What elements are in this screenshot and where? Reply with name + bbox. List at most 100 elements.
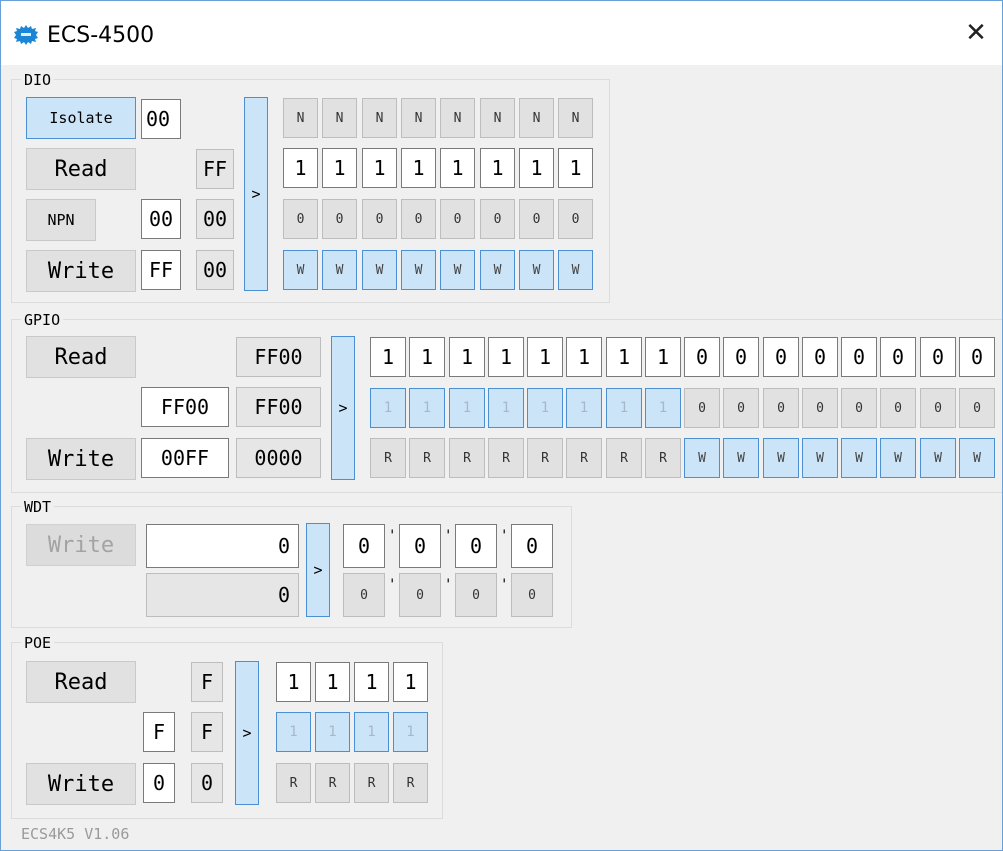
gpio-input-bit: 1: [527, 337, 563, 377]
dio-output-bit[interactable]: 0: [322, 199, 357, 239]
gpio-direction-cell[interactable]: R: [527, 438, 563, 478]
poe-write-value-2: 0: [191, 763, 223, 803]
app-window: ECS-4500 ✕ DIO Isolate 00 Read FF NPN 00…: [0, 0, 1003, 851]
dio-output-bit[interactable]: 0: [519, 199, 554, 239]
gpio-direction-cell[interactable]: W: [684, 438, 720, 478]
poe-direction-cell[interactable]: R: [354, 763, 389, 803]
poe-direction-cell[interactable]: R: [393, 763, 428, 803]
gpio-direction-cell[interactable]: W: [763, 438, 799, 478]
gpio-direction-cell[interactable]: W: [723, 438, 759, 478]
dio-output-bit[interactable]: 0: [401, 199, 436, 239]
gpio-input-bit: 0: [920, 337, 956, 377]
gpio-direction-cell[interactable]: R: [606, 438, 642, 478]
gpio-output-bit: 1: [645, 388, 681, 428]
gpio-mid-value-1[interactable]: FF00: [141, 387, 229, 427]
poe-read-value: F: [191, 662, 223, 702]
gpio-read-button[interactable]: Read: [26, 336, 136, 378]
dio-direction-cell[interactable]: W: [558, 250, 593, 290]
dio-mode-cell[interactable]: N: [480, 98, 515, 138]
dio-output-bit[interactable]: 0: [362, 199, 397, 239]
gpio-output-bit[interactable]: 0: [920, 388, 956, 428]
dio-input-bit: 1: [480, 148, 515, 188]
dio-mode-cell[interactable]: N: [322, 98, 357, 138]
poe-write-value-1[interactable]: 0: [143, 763, 175, 803]
dio-transfer-button[interactable]: >: [244, 97, 268, 291]
wdt-write-button[interactable]: Write: [26, 524, 136, 566]
gpio-direction-cell[interactable]: R: [370, 438, 406, 478]
dio-npn-value-2: 00: [196, 199, 234, 239]
gpio-direction-cell[interactable]: R: [409, 438, 445, 478]
gpio-output-bit[interactable]: 0: [763, 388, 799, 428]
dio-mode-cell[interactable]: N: [401, 98, 436, 138]
dio-direction-cell[interactable]: W: [362, 250, 397, 290]
app-icon: [14, 25, 38, 45]
gpio-direction-cell[interactable]: R: [566, 438, 602, 478]
gpio-output-bit[interactable]: 0: [723, 388, 759, 428]
gpio-write-button[interactable]: Write: [26, 438, 136, 480]
dio-write-button[interactable]: Write: [26, 250, 136, 292]
dio-mode-cell[interactable]: N: [283, 98, 318, 138]
gpio-transfer-button[interactable]: >: [331, 336, 355, 480]
wdt-digit-separator: ': [500, 577, 509, 593]
gpio-direction-cell[interactable]: R: [645, 438, 681, 478]
dio-isolate-button[interactable]: Isolate: [26, 97, 136, 139]
dio-npn-button[interactable]: NPN: [26, 199, 96, 241]
poe-mid-value-1[interactable]: F: [143, 712, 175, 752]
gpio-input-bit: 1: [645, 337, 681, 377]
wdt-transfer-button[interactable]: >: [306, 523, 330, 617]
dio-read-button[interactable]: Read: [26, 148, 136, 190]
poe-transfer-button[interactable]: >: [235, 661, 259, 805]
gpio-input-bit: 0: [959, 337, 995, 377]
dio-output-bit[interactable]: 0: [440, 199, 475, 239]
poe-output-bit: 1: [393, 712, 428, 752]
gpio-direction-cell[interactable]: R: [488, 438, 524, 478]
dio-direction-cell[interactable]: W: [440, 250, 475, 290]
close-button[interactable]: ✕: [950, 1, 1002, 65]
dio-mode-cell[interactable]: N: [519, 98, 554, 138]
poe-output-bit: 1: [315, 712, 350, 752]
gpio-direction-cell[interactable]: R: [449, 438, 485, 478]
wdt-value-input[interactable]: 0: [146, 524, 299, 568]
dio-mode-cell[interactable]: N: [558, 98, 593, 138]
title-bar: ECS-4500 ✕: [1, 1, 1002, 65]
dio-direction-cell[interactable]: W: [519, 250, 554, 290]
gpio-output-bit[interactable]: 0: [684, 388, 720, 428]
dio-output-bit[interactable]: 0: [558, 199, 593, 239]
wdt-digit-input[interactable]: 0: [343, 524, 385, 568]
gpio-direction-cell[interactable]: W: [959, 438, 995, 478]
gpio-output-bit: 1: [370, 388, 406, 428]
dio-isolate-value[interactable]: 00: [141, 99, 181, 139]
dio-mode-cell[interactable]: N: [440, 98, 475, 138]
poe-direction-cell[interactable]: R: [315, 763, 350, 803]
wdt-value-readout: 0: [146, 573, 299, 617]
dio-input-bit: 1: [519, 148, 554, 188]
gpio-direction-cell[interactable]: W: [920, 438, 956, 478]
gpio-input-bit: 0: [841, 337, 877, 377]
wdt-digit-input[interactable]: 0: [511, 524, 553, 568]
gpio-output-bit: 1: [606, 388, 642, 428]
gpio-output-bit[interactable]: 0: [880, 388, 916, 428]
dio-direction-cell[interactable]: W: [322, 250, 357, 290]
dio-direction-cell[interactable]: W: [401, 250, 436, 290]
dio-direction-cell[interactable]: W: [480, 250, 515, 290]
gpio-direction-cell[interactable]: W: [880, 438, 916, 478]
gpio-output-bit[interactable]: 0: [802, 388, 838, 428]
dio-output-bit[interactable]: 0: [283, 199, 318, 239]
wdt-digit-input[interactable]: 0: [455, 524, 497, 568]
dio-write-value-1[interactable]: FF: [141, 250, 181, 290]
gpio-direction-cell[interactable]: W: [802, 438, 838, 478]
dio-direction-cell[interactable]: W: [283, 250, 318, 290]
gpio-output-bit[interactable]: 0: [959, 388, 995, 428]
poe-read-button[interactable]: Read: [26, 661, 136, 703]
poe-direction-cell[interactable]: R: [276, 763, 311, 803]
gpio-direction-cell[interactable]: W: [841, 438, 877, 478]
gpio-output-bit: 1: [449, 388, 485, 428]
gpio-write-value-1[interactable]: 00FF: [141, 438, 229, 478]
dio-output-bit[interactable]: 0: [480, 199, 515, 239]
dio-mode-cell[interactable]: N: [362, 98, 397, 138]
wdt-digit-input[interactable]: 0: [399, 524, 441, 568]
gpio-output-bit[interactable]: 0: [841, 388, 877, 428]
gpio-input-bit: 0: [684, 337, 720, 377]
dio-npn-value-1[interactable]: 00: [141, 199, 181, 239]
poe-write-button[interactable]: Write: [26, 763, 136, 805]
